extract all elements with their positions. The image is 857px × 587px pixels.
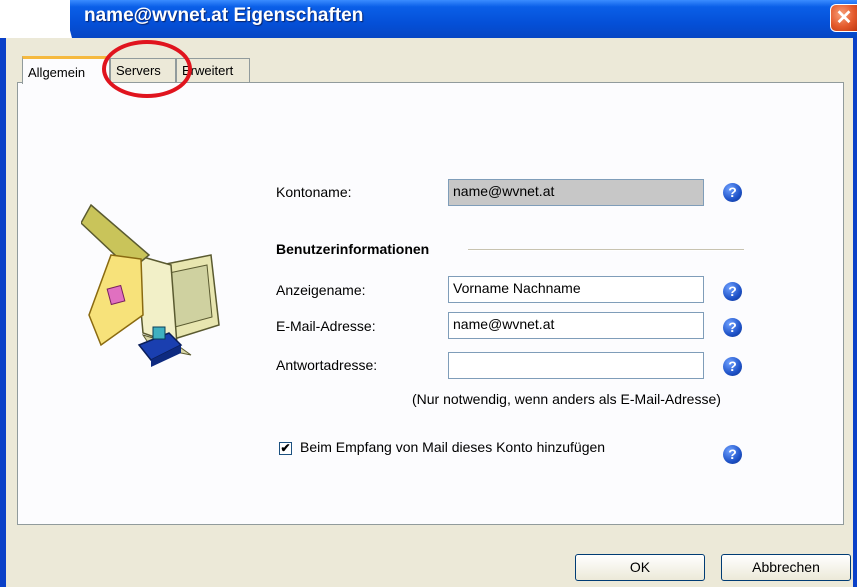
- reply-address-field[interactable]: [448, 352, 704, 379]
- section-divider: [468, 249, 744, 251]
- ok-button[interactable]: OK: [575, 554, 705, 581]
- tab-allgemein[interactable]: Allgemein: [22, 56, 110, 84]
- help-icon-display-name[interactable]: ?: [723, 282, 742, 301]
- tab-allgemein-label: Allgemein: [28, 65, 86, 80]
- close-button[interactable]: ✕: [830, 4, 857, 32]
- account-name-label: Kontoname:: [276, 184, 352, 200]
- reply-address-label: Antwortadresse:: [276, 357, 378, 373]
- account-name-field[interactable]: name@wvnet.at: [448, 179, 704, 206]
- titlebar-left-area: [0, 0, 72, 38]
- window-border-right: [853, 38, 857, 587]
- title-bar: name@wvnet.at Eigenschaften ✕: [0, 0, 857, 38]
- window-border-left: [0, 38, 6, 587]
- display-name-label: Anzeigename:: [276, 282, 366, 298]
- tab-panel-allgemein: Kontoname: name@wvnet.at ? Benutzerinfor…: [17, 82, 844, 525]
- help-icon-email[interactable]: ?: [723, 318, 742, 337]
- dialog-body: Allgemein Servers Erweitert Kontoname: n…: [0, 38, 857, 587]
- email-label: E-Mail-Adresse:: [276, 318, 376, 334]
- red-circle-highlight: [102, 40, 192, 98]
- include-account-label[interactable]: Beim Empfang von Mail dieses Konto hinzu…: [300, 439, 605, 455]
- cancel-button[interactable]: Abbrechen: [721, 554, 851, 581]
- email-field[interactable]: name@wvnet.at: [448, 312, 704, 339]
- help-icon-account-name[interactable]: ?: [723, 183, 742, 202]
- include-account-checkbox[interactable]: ✔: [279, 442, 292, 455]
- display-name-field[interactable]: Vorname Nachname: [448, 276, 704, 303]
- mail-computer-icon: [81, 203, 220, 367]
- window-title: name@wvnet.at Eigenschaften: [84, 5, 364, 26]
- user-info-heading: Benutzerinformationen: [276, 241, 430, 257]
- reply-address-hint: (Nur notwendig, wenn anders als E-Mail-A…: [412, 391, 721, 407]
- help-icon-include-account[interactable]: ?: [723, 445, 742, 464]
- help-icon-reply-address[interactable]: ?: [723, 357, 742, 376]
